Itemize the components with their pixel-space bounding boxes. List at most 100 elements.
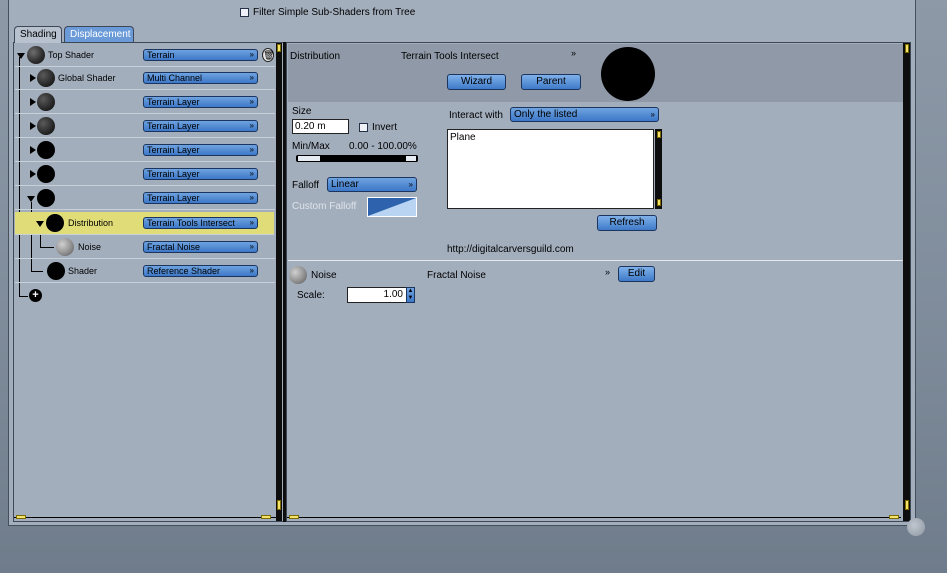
- list-scroll-up[interactable]: [657, 131, 661, 138]
- invert-checkbox[interactable]: [359, 123, 368, 132]
- filter-option[interactable]: Filter Simple Sub-Shaders from Tree: [240, 7, 415, 18]
- scroll-up-arrow[interactable]: [905, 44, 909, 53]
- scroll-up-arrow[interactable]: [277, 44, 281, 52]
- noise-chevron-icon[interactable]: »: [605, 267, 610, 277]
- scroll-down-arrow[interactable]: [905, 500, 909, 510]
- list-item[interactable]: Plane: [448, 130, 653, 145]
- editor-shader-type: Terrain Tools Intersect: [401, 51, 499, 62]
- shader-name: Global Shader: [58, 73, 116, 83]
- scroll-down-arrow[interactable]: [277, 500, 281, 510]
- splitter[interactable]: [283, 42, 286, 522]
- shader-type-dropdown[interactable]: Reference Shader»: [143, 265, 258, 277]
- shader-type-dropdown[interactable]: Fractal Noise»: [143, 241, 258, 253]
- editor-header: [288, 44, 903, 102]
- shader-type-dropdown[interactable]: Terrain»: [143, 49, 258, 61]
- expand-arrow-icon[interactable]: [30, 74, 36, 82]
- custom-falloff-curve[interactable]: [367, 197, 417, 217]
- shader-type-chevron-icon[interactable]: »: [571, 48, 576, 58]
- shader-preview-ball: [37, 165, 55, 183]
- interact-label: Interact with: [449, 110, 503, 121]
- parent-button[interactable]: Parent: [521, 74, 581, 90]
- interact-dropdown[interactable]: Only the listed»: [510, 107, 659, 122]
- custom-falloff-label: Custom Falloff: [292, 201, 357, 212]
- expand-arrow-icon[interactable]: [30, 98, 36, 106]
- shader-type-dropdown[interactable]: Terrain Layer»: [143, 168, 258, 180]
- edit-button[interactable]: Edit: [618, 266, 655, 282]
- scroll-right-arrow[interactable]: [889, 515, 899, 519]
- divider: [288, 260, 903, 261]
- tree-row-terrain-layer-3[interactable]: Terrain Layer»: [15, 139, 275, 162]
- editor-vertical-scrollbar[interactable]: [903, 43, 910, 521]
- invert-label: Invert: [372, 122, 398, 133]
- shader-preview-large: [601, 47, 655, 101]
- shader-name: Shader: [68, 266, 98, 276]
- shader-type-dropdown[interactable]: Terrain Layer»: [143, 120, 258, 132]
- shader-name: Top Shader: [48, 50, 95, 60]
- tree-vertical-scrollbar[interactable]: [276, 43, 282, 521]
- scale-input[interactable]: 1.00: [347, 287, 407, 303]
- tree-row-terrain-layer-1[interactable]: Terrain Layer»: [15, 91, 275, 114]
- scroll-left-arrow[interactable]: [289, 515, 299, 519]
- minmax-slider[interactable]: [296, 155, 418, 162]
- tree-row-terrain-layer-2[interactable]: Terrain Layer»: [15, 115, 275, 138]
- resize-grip-icon[interactable]: [907, 518, 925, 536]
- size-label: Size: [292, 106, 312, 117]
- refresh-button[interactable]: Refresh: [597, 215, 657, 231]
- editor-horizontal-scrollbar[interactable]: [287, 517, 901, 518]
- slider-thumb[interactable]: [298, 156, 320, 161]
- tree-row-noise[interactable]: Noise Fractal Noise»: [15, 236, 275, 259]
- expand-arrow-icon[interactable]: [30, 146, 36, 154]
- minmax-label: Min/Max: [292, 141, 330, 152]
- shader-preview-ball: [37, 117, 55, 135]
- tree-row-terrain-layer-4[interactable]: Terrain Layer»: [15, 163, 275, 186]
- scroll-left-arrow[interactable]: [16, 515, 26, 519]
- tree-row-distribution[interactable]: Distribution Terrain Tools Intersect»: [15, 212, 274, 235]
- interact-list[interactable]: Plane: [447, 129, 654, 209]
- shader-type-dropdown[interactable]: Terrain Tools Intersect»: [143, 217, 258, 229]
- falloff-dropdown[interactable]: Linear»: [327, 177, 417, 192]
- scroll-right-arrow[interactable]: [261, 515, 271, 519]
- shader-preview-ball: [37, 189, 55, 207]
- shader-type-dropdown[interactable]: Terrain Layer»: [143, 96, 258, 108]
- noise-preview-ball: [289, 266, 307, 284]
- filter-checkbox[interactable]: [240, 8, 249, 17]
- add-circle-icon[interactable]: +: [29, 289, 42, 302]
- tree-horizontal-scrollbar[interactable]: [14, 517, 276, 518]
- falloff-label: Falloff: [292, 180, 320, 191]
- shader-preview-ball: [37, 93, 55, 111]
- tree-row-terrain-layer-5[interactable]: Terrain Layer»: [15, 187, 275, 210]
- shader-preview-ball: [46, 214, 64, 232]
- trash-icon[interactable]: 🗑: [262, 48, 274, 62]
- collapse-arrow-icon[interactable]: [17, 53, 25, 59]
- tree-row-global-shader[interactable]: Global Shader Multi Channel»: [15, 67, 275, 90]
- shader-preview-ball: [27, 46, 45, 64]
- tree-connector: [19, 296, 28, 297]
- noise-type: Fractal Noise: [427, 270, 486, 281]
- invert-option[interactable]: Invert: [359, 122, 397, 133]
- list-scrollbar[interactable]: [655, 129, 662, 209]
- scale-label: Scale:: [297, 290, 325, 301]
- tab-shading[interactable]: Shading: [14, 26, 62, 43]
- scale-stepper[interactable]: ▲ ▼: [406, 287, 415, 303]
- wizard-button[interactable]: Wizard: [447, 74, 506, 90]
- expand-arrow-icon[interactable]: [30, 170, 36, 178]
- shader-preview-ball: [37, 141, 55, 159]
- collapse-arrow-icon[interactable]: [27, 196, 35, 202]
- shader-preview-ball: [37, 69, 55, 87]
- shader-type-dropdown[interactable]: Terrain Layer»: [143, 192, 258, 204]
- tab-displacement[interactable]: Displacement: [64, 26, 134, 42]
- size-input[interactable]: 0.20 m: [292, 119, 349, 134]
- credits-link: http://digitalcarversguild.com: [447, 244, 574, 255]
- shader-name: Distribution: [68, 218, 114, 228]
- tree-row-shader[interactable]: Shader Reference Shader»: [15, 260, 275, 283]
- expand-arrow-icon[interactable]: [30, 122, 36, 130]
- list-scroll-down[interactable]: [657, 199, 661, 206]
- editor-title: Distribution: [290, 51, 341, 62]
- shader-type-dropdown[interactable]: Multi Channel»: [143, 72, 258, 84]
- collapse-arrow-icon[interactable]: [36, 221, 44, 227]
- slider-thumb[interactable]: [406, 156, 416, 161]
- minmax-value: 0.00 - 100.00%: [349, 141, 417, 152]
- tree-row-top-shader[interactable]: Top Shader Terrain»: [15, 44, 275, 67]
- shader-type-dropdown[interactable]: Terrain Layer»: [143, 144, 258, 156]
- shader-preview-ball: [47, 262, 65, 280]
